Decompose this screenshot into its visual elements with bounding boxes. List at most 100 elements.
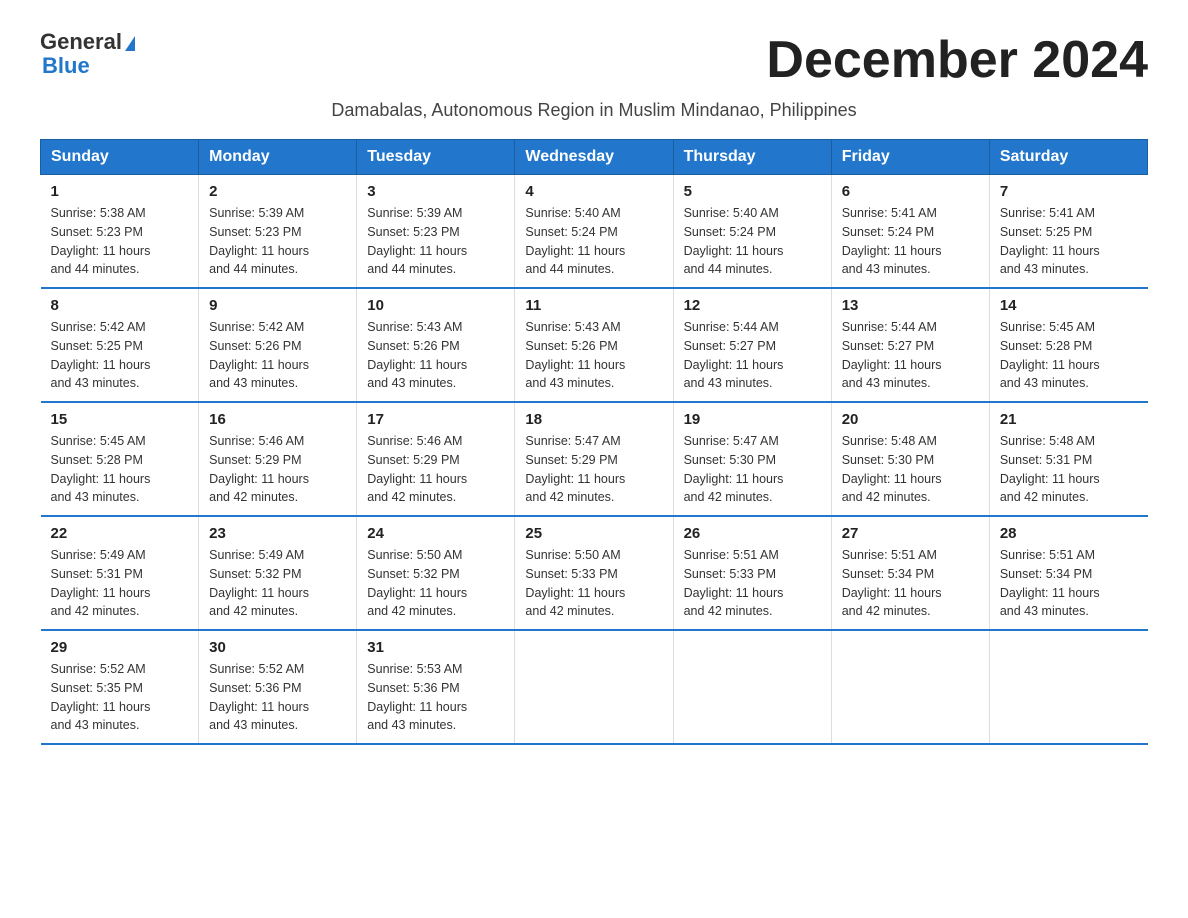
calendar-cell: 5 Sunrise: 5:40 AM Sunset: 5:24 PM Dayli… [673,175,831,289]
calendar-header-thursday: Thursday [673,140,831,175]
day-info: Sunrise: 5:43 AM Sunset: 5:26 PM Dayligh… [367,318,504,393]
calendar-cell: 23 Sunrise: 5:49 AM Sunset: 5:32 PM Dayl… [199,516,357,630]
calendar-cell: 10 Sunrise: 5:43 AM Sunset: 5:26 PM Dayl… [357,288,515,402]
calendar-cell: 19 Sunrise: 5:47 AM Sunset: 5:30 PM Dayl… [673,402,831,516]
calendar-header-friday: Friday [831,140,989,175]
day-info: Sunrise: 5:50 AM Sunset: 5:32 PM Dayligh… [367,546,504,621]
calendar-cell: 1 Sunrise: 5:38 AM Sunset: 5:23 PM Dayli… [41,175,199,289]
day-info: Sunrise: 5:46 AM Sunset: 5:29 PM Dayligh… [209,432,346,507]
calendar-cell [989,630,1147,744]
calendar-week-row: 29 Sunrise: 5:52 AM Sunset: 5:35 PM Dayl… [41,630,1148,744]
calendar-header-monday: Monday [199,140,357,175]
day-number: 4 [525,183,662,200]
day-info: Sunrise: 5:53 AM Sunset: 5:36 PM Dayligh… [367,660,504,735]
calendar-cell: 29 Sunrise: 5:52 AM Sunset: 5:35 PM Dayl… [41,630,199,744]
calendar-cell: 14 Sunrise: 5:45 AM Sunset: 5:28 PM Dayl… [989,288,1147,402]
day-info: Sunrise: 5:43 AM Sunset: 5:26 PM Dayligh… [525,318,662,393]
day-number: 24 [367,525,504,542]
day-number: 19 [684,411,821,428]
month-title: December 2024 [766,30,1148,90]
logo-text-general: General [40,30,122,54]
day-number: 14 [1000,297,1138,314]
day-number: 8 [51,297,189,314]
calendar-header-sunday: Sunday [41,140,199,175]
day-number: 28 [1000,525,1138,542]
calendar-cell: 24 Sunrise: 5:50 AM Sunset: 5:32 PM Dayl… [357,516,515,630]
calendar-week-row: 1 Sunrise: 5:38 AM Sunset: 5:23 PM Dayli… [41,175,1148,289]
calendar-cell: 12 Sunrise: 5:44 AM Sunset: 5:27 PM Dayl… [673,288,831,402]
day-number: 2 [209,183,346,200]
day-number: 17 [367,411,504,428]
day-number: 16 [209,411,346,428]
day-info: Sunrise: 5:49 AM Sunset: 5:31 PM Dayligh… [51,546,189,621]
day-info: Sunrise: 5:40 AM Sunset: 5:24 PM Dayligh… [684,204,821,279]
calendar-week-row: 15 Sunrise: 5:45 AM Sunset: 5:28 PM Dayl… [41,402,1148,516]
calendar-cell: 26 Sunrise: 5:51 AM Sunset: 5:33 PM Dayl… [673,516,831,630]
day-number: 10 [367,297,504,314]
day-number: 21 [1000,411,1138,428]
calendar-header-row: SundayMondayTuesdayWednesdayThursdayFrid… [41,140,1148,175]
calendar-week-row: 8 Sunrise: 5:42 AM Sunset: 5:25 PM Dayli… [41,288,1148,402]
calendar-cell: 25 Sunrise: 5:50 AM Sunset: 5:33 PM Dayl… [515,516,673,630]
calendar-cell: 11 Sunrise: 5:43 AM Sunset: 5:26 PM Dayl… [515,288,673,402]
page-header: General Blue December 2024 [40,30,1148,90]
day-info: Sunrise: 5:51 AM Sunset: 5:33 PM Dayligh… [684,546,821,621]
day-info: Sunrise: 5:44 AM Sunset: 5:27 PM Dayligh… [842,318,979,393]
day-number: 11 [525,297,662,314]
day-number: 31 [367,639,504,656]
day-info: Sunrise: 5:47 AM Sunset: 5:30 PM Dayligh… [684,432,821,507]
day-info: Sunrise: 5:45 AM Sunset: 5:28 PM Dayligh… [1000,318,1138,393]
day-info: Sunrise: 5:39 AM Sunset: 5:23 PM Dayligh… [367,204,504,279]
day-number: 13 [842,297,979,314]
calendar-header-saturday: Saturday [989,140,1147,175]
calendar-cell: 22 Sunrise: 5:49 AM Sunset: 5:31 PM Dayl… [41,516,199,630]
day-info: Sunrise: 5:51 AM Sunset: 5:34 PM Dayligh… [842,546,979,621]
day-number: 15 [51,411,189,428]
calendar-table: SundayMondayTuesdayWednesdayThursdayFrid… [40,139,1148,745]
day-number: 25 [525,525,662,542]
day-number: 1 [51,183,189,200]
day-info: Sunrise: 5:52 AM Sunset: 5:36 PM Dayligh… [209,660,346,735]
day-info: Sunrise: 5:46 AM Sunset: 5:29 PM Dayligh… [367,432,504,507]
calendar-cell: 17 Sunrise: 5:46 AM Sunset: 5:29 PM Dayl… [357,402,515,516]
calendar-cell: 18 Sunrise: 5:47 AM Sunset: 5:29 PM Dayl… [515,402,673,516]
calendar-cell: 6 Sunrise: 5:41 AM Sunset: 5:24 PM Dayli… [831,175,989,289]
day-info: Sunrise: 5:42 AM Sunset: 5:25 PM Dayligh… [51,318,189,393]
day-info: Sunrise: 5:41 AM Sunset: 5:25 PM Dayligh… [1000,204,1138,279]
day-number: 7 [1000,183,1138,200]
day-number: 9 [209,297,346,314]
day-number: 29 [51,639,189,656]
calendar-cell: 27 Sunrise: 5:51 AM Sunset: 5:34 PM Dayl… [831,516,989,630]
calendar-cell: 3 Sunrise: 5:39 AM Sunset: 5:23 PM Dayli… [357,175,515,289]
calendar-header-tuesday: Tuesday [357,140,515,175]
calendar-cell: 7 Sunrise: 5:41 AM Sunset: 5:25 PM Dayli… [989,175,1147,289]
day-info: Sunrise: 5:39 AM Sunset: 5:23 PM Dayligh… [209,204,346,279]
calendar-cell [515,630,673,744]
day-info: Sunrise: 5:44 AM Sunset: 5:27 PM Dayligh… [684,318,821,393]
logo: General Blue [40,30,135,78]
calendar-cell: 13 Sunrise: 5:44 AM Sunset: 5:27 PM Dayl… [831,288,989,402]
day-info: Sunrise: 5:50 AM Sunset: 5:33 PM Dayligh… [525,546,662,621]
calendar-cell: 15 Sunrise: 5:45 AM Sunset: 5:28 PM Dayl… [41,402,199,516]
day-info: Sunrise: 5:45 AM Sunset: 5:28 PM Dayligh… [51,432,189,507]
calendar-cell: 20 Sunrise: 5:48 AM Sunset: 5:30 PM Dayl… [831,402,989,516]
page-subtitle: Damabalas, Autonomous Region in Muslim M… [40,100,1148,121]
calendar-week-row: 22 Sunrise: 5:49 AM Sunset: 5:31 PM Dayl… [41,516,1148,630]
day-info: Sunrise: 5:48 AM Sunset: 5:31 PM Dayligh… [1000,432,1138,507]
calendar-cell: 30 Sunrise: 5:52 AM Sunset: 5:36 PM Dayl… [199,630,357,744]
day-number: 23 [209,525,346,542]
day-number: 12 [684,297,821,314]
day-info: Sunrise: 5:48 AM Sunset: 5:30 PM Dayligh… [842,432,979,507]
day-number: 22 [51,525,189,542]
day-info: Sunrise: 5:42 AM Sunset: 5:26 PM Dayligh… [209,318,346,393]
calendar-header-wednesday: Wednesday [515,140,673,175]
calendar-cell: 9 Sunrise: 5:42 AM Sunset: 5:26 PM Dayli… [199,288,357,402]
day-number: 18 [525,411,662,428]
calendar-cell: 21 Sunrise: 5:48 AM Sunset: 5:31 PM Dayl… [989,402,1147,516]
calendar-cell: 28 Sunrise: 5:51 AM Sunset: 5:34 PM Dayl… [989,516,1147,630]
day-number: 27 [842,525,979,542]
calendar-cell: 2 Sunrise: 5:39 AM Sunset: 5:23 PM Dayli… [199,175,357,289]
calendar-cell: 31 Sunrise: 5:53 AM Sunset: 5:36 PM Dayl… [357,630,515,744]
day-info: Sunrise: 5:51 AM Sunset: 5:34 PM Dayligh… [1000,546,1138,621]
day-info: Sunrise: 5:47 AM Sunset: 5:29 PM Dayligh… [525,432,662,507]
